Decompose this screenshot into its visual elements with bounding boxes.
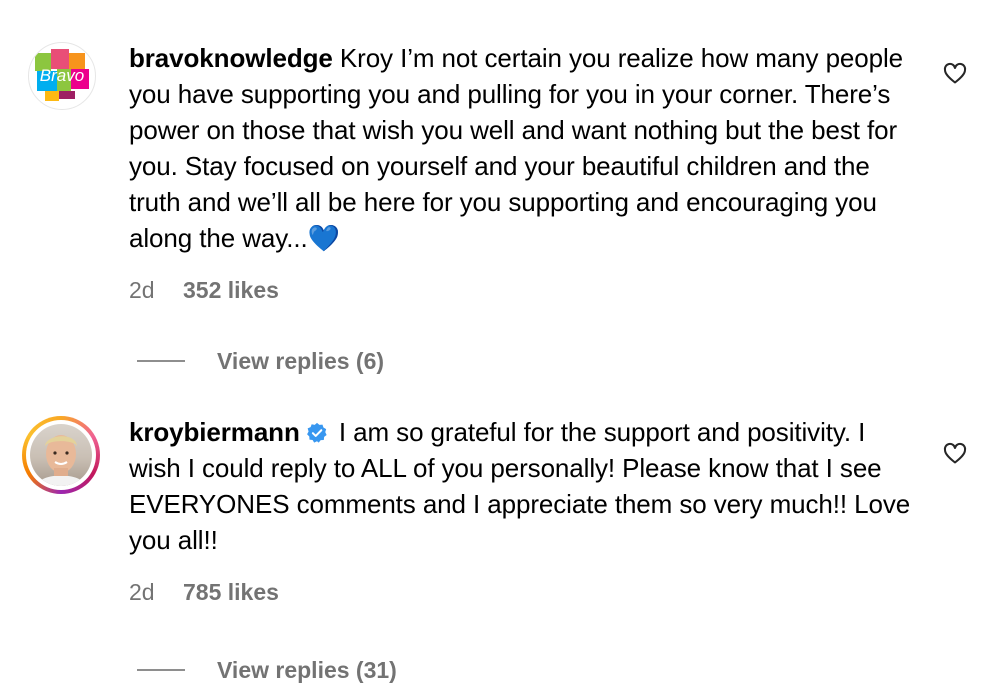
profile-photo-icon [30, 424, 92, 486]
avatar[interactable] [22, 416, 100, 494]
comment-body: bravoknowledge Kroy I’m not certain you … [129, 40, 919, 308]
verified-badge-icon [306, 422, 327, 443]
timestamp[interactable]: 2d [129, 579, 155, 605]
timestamp[interactable]: 2d [129, 277, 155, 303]
comment-meta: 2d 352 likes [129, 272, 919, 308]
username[interactable]: bravoknowledge [129, 43, 333, 73]
view-replies-label: View replies (31) [217, 656, 397, 683]
svg-text:Bravo: Bravo [40, 66, 84, 85]
bravo-logo-icon: Bravo [35, 49, 89, 101]
replies-divider [137, 360, 185, 362]
avatar[interactable]: Bravo [28, 42, 96, 110]
heart-icon[interactable] [943, 62, 967, 86]
comment-text-block: kroybiermann I am so grateful for the su… [129, 414, 919, 558]
username[interactable]: kroybiermann [129, 417, 300, 447]
story-ring [26, 420, 96, 490]
replies-divider [137, 669, 185, 671]
like-count[interactable]: 785 likes [183, 579, 279, 605]
view-replies-button[interactable]: View replies (6) [137, 346, 384, 376]
view-replies-label: View replies (6) [217, 347, 385, 374]
comment-meta: 2d 785 likes [129, 574, 919, 610]
heart-icon[interactable] [943, 442, 967, 466]
view-replies-button[interactable]: View replies (31) [137, 655, 397, 685]
comment-body: kroybiermann I am so grateful for the su… [129, 414, 919, 610]
like-count[interactable]: 352 likes [183, 277, 279, 303]
comment-text: Kroy I’m not certain you realize how man… [129, 43, 904, 253]
comment-text-block: bravoknowledge Kroy I’m not certain you … [129, 40, 919, 256]
